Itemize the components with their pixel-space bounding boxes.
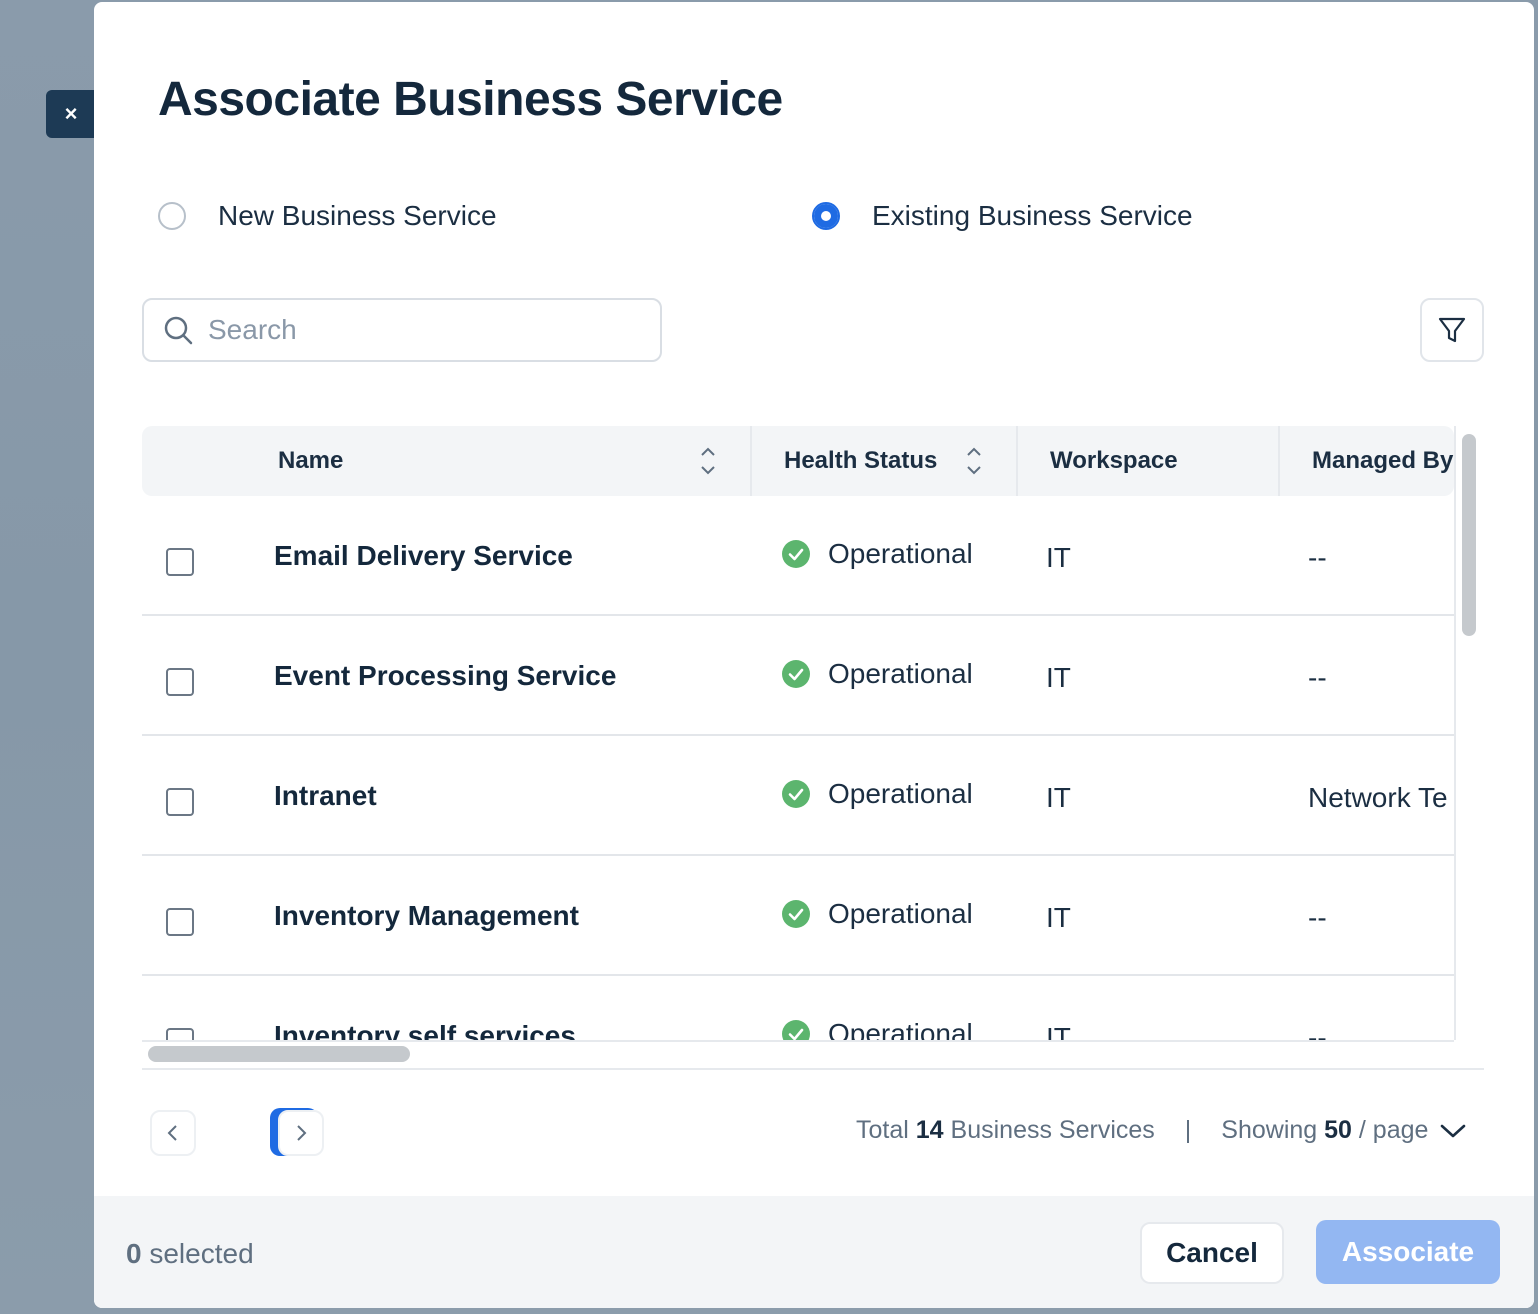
existing-business-service-option[interactable]: Existing Business Service bbox=[812, 196, 1193, 236]
associate-button[interactable]: Associate bbox=[1316, 1220, 1500, 1284]
column-header-workspace: Workspace bbox=[1050, 447, 1178, 474]
table-row[interactable]: Event Processing Service Operational IT … bbox=[142, 616, 1454, 736]
selected-count: 0 selected bbox=[126, 1238, 254, 1270]
column-header-managed-by: Managed By bbox=[1312, 447, 1454, 474]
search-icon bbox=[164, 316, 193, 345]
workspace-value: IT bbox=[1046, 782, 1071, 813]
managed-by-value: -- bbox=[1308, 662, 1327, 693]
row-checkbox[interactable] bbox=[166, 548, 194, 576]
health-status: Operational bbox=[782, 898, 973, 930]
sort-icon[interactable] bbox=[698, 444, 718, 478]
column-header-name[interactable]: Name bbox=[278, 426, 343, 496]
status-text: Operational bbox=[828, 778, 973, 809]
vertical-scrollbar-thumb[interactable] bbox=[1462, 434, 1476, 636]
column-divider bbox=[750, 426, 752, 496]
health-status: Operational bbox=[782, 658, 973, 690]
table-row[interactable]: Email Delivery Service Operational IT -- bbox=[142, 496, 1454, 616]
row-checkbox[interactable] bbox=[166, 908, 194, 936]
workspace-value: IT bbox=[1046, 542, 1071, 573]
service-name[interactable]: Intranet bbox=[274, 780, 377, 812]
service-name[interactable]: Event Processing Service bbox=[274, 660, 616, 692]
chevron-right-icon bbox=[297, 1125, 307, 1141]
new-business-service-option[interactable]: New Business Service bbox=[158, 196, 497, 236]
total-count: 14 bbox=[915, 1116, 944, 1144]
summary-separator: | bbox=[1184, 1116, 1192, 1144]
row-checkbox[interactable] bbox=[166, 668, 194, 696]
column-divider bbox=[1278, 426, 1280, 496]
status-text: Operational bbox=[828, 898, 973, 929]
status-text: Operational bbox=[828, 658, 973, 689]
total-prefix: Total bbox=[856, 1116, 909, 1144]
pagination-summary: Total 14 Business Services | Showing 50 … bbox=[856, 1116, 1466, 1145]
table-row[interactable]: Inventory Management Operational IT -- bbox=[142, 856, 1454, 976]
check-circle-icon bbox=[782, 540, 810, 568]
managed-by-value: -- bbox=[1308, 542, 1327, 573]
dialog-footer: 0 selected Cancel Associate bbox=[94, 1196, 1534, 1308]
service-name[interactable]: Inventory Management bbox=[274, 900, 579, 932]
search-input[interactable] bbox=[208, 314, 648, 346]
existing-business-service-radio[interactable] bbox=[812, 202, 840, 230]
table-row[interactable]: Intranet Operational IT Network Te bbox=[142, 736, 1454, 856]
close-icon: × bbox=[64, 101, 78, 126]
close-button[interactable]: × bbox=[46, 90, 96, 138]
managed-by-value: Network Te bbox=[1308, 782, 1448, 813]
cancel-button[interactable]: Cancel bbox=[1140, 1222, 1284, 1284]
horizontal-scrollbar-thumb[interactable] bbox=[148, 1046, 410, 1062]
health-status: Operational bbox=[782, 778, 973, 810]
new-business-service-radio[interactable] bbox=[158, 202, 186, 230]
sort-icon[interactable] bbox=[964, 444, 984, 478]
chevron-down-icon bbox=[1441, 1124, 1466, 1137]
next-page-button[interactable] bbox=[278, 1110, 324, 1156]
column-header-health-status[interactable]: Health Status bbox=[784, 426, 937, 496]
row-checkbox[interactable] bbox=[166, 788, 194, 816]
check-circle-icon bbox=[782, 660, 810, 688]
chevron-left-icon bbox=[167, 1125, 177, 1141]
page-size-value: 50 bbox=[1324, 1116, 1352, 1144]
selected-count-value: 0 bbox=[126, 1238, 142, 1269]
workspace-value: IT bbox=[1046, 902, 1071, 933]
check-circle-icon bbox=[782, 780, 810, 808]
previous-page-button[interactable] bbox=[150, 1110, 196, 1156]
check-circle-icon bbox=[782, 900, 810, 928]
health-status: Operational bbox=[782, 538, 973, 570]
showing-prefix: Showing bbox=[1221, 1116, 1318, 1144]
filter-button[interactable] bbox=[1420, 298, 1484, 362]
business-services-table: Name Health Status Workspace Managed By … bbox=[142, 426, 1484, 1070]
selected-count-label: selected bbox=[149, 1238, 254, 1269]
search-box[interactable] bbox=[142, 298, 662, 362]
service-name[interactable]: Email Delivery Service bbox=[274, 540, 573, 572]
associate-dialog: Associate Business Service New Business … bbox=[94, 2, 1534, 1308]
per-page-suffix: / page bbox=[1358, 1116, 1429, 1144]
column-divider bbox=[1016, 426, 1018, 496]
total-suffix: Business Services bbox=[950, 1116, 1155, 1144]
page-size-selector[interactable]: Showing 50 / page bbox=[1221, 1116, 1466, 1145]
workspace-value: IT bbox=[1046, 662, 1071, 693]
table-header: Name Health Status Workspace Managed By bbox=[142, 426, 1454, 496]
filter-icon bbox=[1438, 317, 1466, 343]
status-text: Operational bbox=[828, 538, 973, 569]
dialog-title: Associate Business Service bbox=[158, 73, 783, 126]
new-business-service-label: New Business Service bbox=[218, 200, 497, 231]
existing-business-service-label: Existing Business Service bbox=[872, 200, 1193, 231]
managed-by-value: -- bbox=[1308, 902, 1327, 933]
